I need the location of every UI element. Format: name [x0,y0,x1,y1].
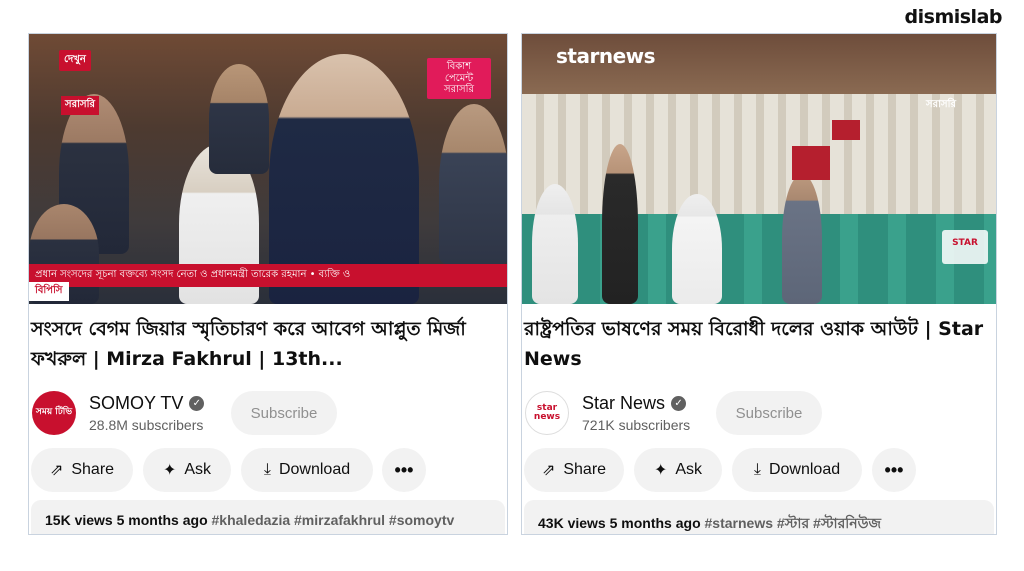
ask-button[interactable]: ✦ Ask [143,448,231,492]
thumbnail-scene [522,214,996,304]
share-button[interactable]: ⇗ Share [31,448,133,492]
upload-age: 5 months ago [609,515,701,531]
sparkle-icon: ✦ [653,462,668,479]
protest-sign [792,146,830,180]
subscriber-count: 721K subscribers [582,417,691,433]
brand-logo: dismislab [904,6,1003,28]
download-icon: ⤓ [753,461,761,478]
share-icon: ⇗ [49,462,64,479]
description-box[interactable]: 43K views 5 months ago #starnews #স্টার … [524,500,994,534]
channel-name[interactable]: Star News [582,393,665,414]
view-count: 15K views [45,512,113,528]
download-icon: ⤓ [263,461,271,478]
sponsor-tag: বিকাশ পেমেন্ট সরাসরি [427,58,491,99]
ask-button[interactable]: ✦ Ask [634,448,722,492]
channel-row: সময় টিভি SOMOY TV ✓ 28.8M subscribers S… [29,391,507,441]
video-thumbnail[interactable]: starnews সরাসরি STAR [522,34,996,304]
download-button[interactable]: ⤓ Download [241,448,373,492]
subscriber-count: 28.8M subscribers [89,417,204,433]
channel-avatar[interactable]: সময় টিভি [32,391,76,435]
channel-name-row[interactable]: SOMOY TV ✓ [89,393,205,414]
view-count: 43K views [538,515,606,531]
upload-age: 5 months ago [116,512,208,528]
share-label: Share [71,461,115,478]
download-label: Download [278,461,351,478]
ask-label: Ask [675,461,703,478]
description-box[interactable]: 15K views 5 months ago #khaledazia #mirz… [31,500,505,534]
verified-icon: ✓ [189,396,205,411]
share-button[interactable]: ⇗ Share [524,448,624,492]
verified-icon: ✓ [671,396,687,411]
ask-label: Ask [184,461,212,478]
protest-sign [832,120,860,140]
share-icon: ⇗ [541,462,556,479]
hashtags[interactable]: #khaledazia #mirzafakhrul #somoytv [212,512,455,528]
channel-avatar[interactable]: star news [525,391,569,435]
sparkle-icon: ✦ [162,462,177,479]
corner-logo: STAR [942,230,988,264]
more-button[interactable]: ••• [872,448,916,492]
live-badge: সরাসরি [61,96,99,115]
thumbnail-figure [439,104,507,264]
share-label: Share [563,461,607,478]
video-title[interactable]: রাষ্ট্রপতির ভাষণের সময় বিরোধী দলের ওয়া… [522,314,996,374]
thumbnail-figure [532,184,578,304]
news-ticker: প্রধান সংসদের সূচনা বক্তব্যে সংসদ নেতা ও… [29,264,507,287]
download-label: Download [768,461,841,478]
more-button[interactable]: ••• [382,448,426,492]
live-badge: সরাসরি [926,99,956,110]
subscribe-button[interactable]: Subscribe [716,391,822,435]
action-bar: ⇗ Share ✦ Ask ⤓ Download ••• [29,448,507,492]
subscribe-button[interactable]: Subscribe [231,391,337,435]
action-bar: ⇗ Share ✦ Ask ⤓ Download ••• [522,448,996,492]
video-card-starnews[interactable]: starnews সরাসরি STAR রাষ্ট্রপতির ভাষণের … [521,33,997,535]
thumbnail-figure [782,174,822,304]
video-title[interactable]: সংসদে বেগম জিয়ার স্মৃতিচারণ করে আবেগ আপ… [29,314,507,374]
thumbnail-figure [209,64,269,174]
ticker-source: বিপিসি [29,282,69,301]
channel-watermark: দেখুন [59,50,91,71]
channel-name[interactable]: SOMOY TV [89,393,183,414]
thumbnail-figure [672,194,722,304]
thumbnail-figure [602,144,638,304]
hashtags[interactable]: #starnews #স্টার #স্টারনিউজ [705,515,882,531]
channel-watermark: starnews [556,44,656,68]
channel-name-row[interactable]: Star News ✓ [582,393,687,414]
video-card-somoy[interactable]: দেখুন সরাসরি বিকাশ পেমেন্ট সরাসরি প্রধান… [28,33,508,535]
download-button[interactable]: ⤓ Download [732,448,862,492]
video-thumbnail[interactable]: দেখুন সরাসরি বিকাশ পেমেন্ট সরাসরি প্রধান… [29,34,507,304]
channel-row: star news Star News ✓ 721K subscribers S… [522,391,996,441]
